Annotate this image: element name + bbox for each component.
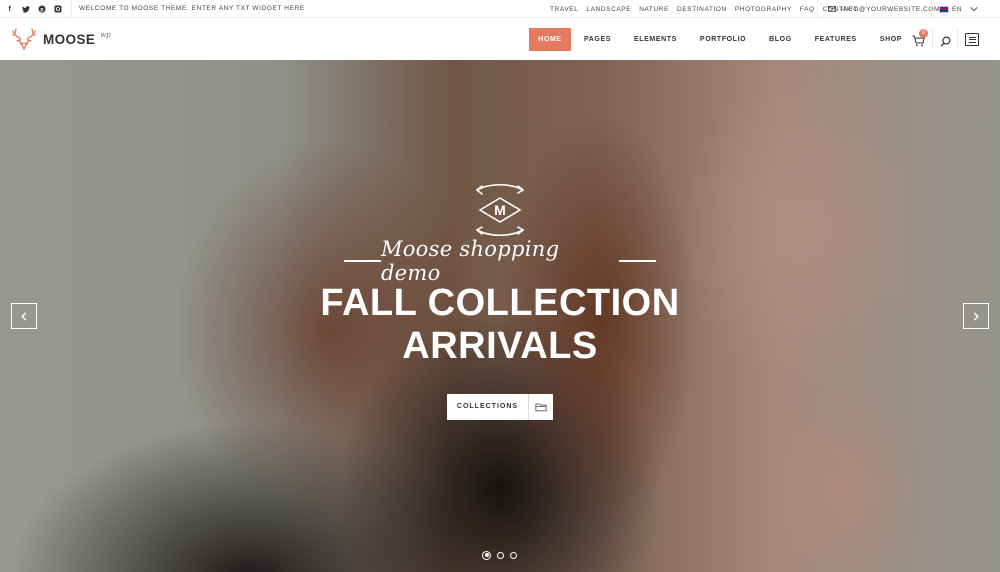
deer-antlers-icon (12, 28, 36, 50)
language-selector[interactable]: EN (939, 0, 978, 18)
hero-headline-line2: ARRIVALS (402, 325, 598, 367)
top-link-faq[interactable]: FAQ (800, 6, 815, 13)
facebook-icon[interactable]: f (6, 5, 14, 13)
hero-slider: M Moose shopping demo FALL COLLECTION AR… (0, 60, 1000, 572)
hero-headline: FALL COLLECTION ARRIVALS (250, 282, 750, 368)
divider (71, 0, 72, 18)
cart-count-badge: 0 (919, 29, 928, 38)
subtitle-line-left (344, 260, 381, 262)
moose-emblem-icon: M (476, 183, 525, 237)
divider (931, 0, 932, 18)
hero-headline-line1: FALL COLLECTION (320, 282, 680, 324)
language-label: EN (952, 5, 963, 13)
folder-icon (528, 394, 553, 420)
top-link-photography[interactable]: PHOTOGRAPHY (735, 6, 792, 13)
instagram-icon[interactable] (54, 5, 62, 13)
chevron-down-icon (970, 7, 978, 12)
top-link-landscape[interactable]: LANDSCAPE (586, 6, 631, 13)
slider-dot-1[interactable] (482, 550, 491, 560)
menu-item-pages[interactable]: PAGES (573, 28, 622, 51)
top-bar: f p WELCOME TO MOOSE THEME. ENTER ANY TX… (0, 0, 1000, 18)
hero-subtitle-row: Moose shopping demo (344, 237, 656, 285)
top-links: TRAVEL LANDSCAPE NATURE DESTINATION PHOT… (550, 0, 858, 18)
divider (817, 0, 818, 18)
main-navbar: MOOSE wp HOME PAGES ELEMENTS PORTFOLIO B… (0, 18, 1000, 60)
top-link-nature[interactable]: NATURE (639, 6, 669, 13)
welcome-text: WELCOME TO MOOSE THEME. ENTER ANY TXT WI… (79, 5, 305, 12)
search-icon (940, 36, 951, 47)
menu-item-features[interactable]: FEATURES (804, 28, 868, 51)
social-links: f p (6, 0, 62, 18)
uk-flag-icon (939, 5, 949, 13)
twitter-icon[interactable] (22, 5, 30, 13)
divider (957, 29, 958, 49)
hero-subtitle: Moose shopping demo (380, 237, 560, 285)
envelope-icon (828, 6, 836, 12)
slider-dot-2[interactable] (497, 551, 504, 559)
menu-toggle-button[interactable] (965, 33, 979, 46)
search-button[interactable] (940, 34, 952, 47)
menu-item-home[interactable]: HOME (529, 28, 571, 51)
slider-next-button[interactable] (963, 303, 989, 329)
hamburger-icon (968, 36, 976, 38)
email-link[interactable]: INFO@YOURWEBSITE.COM (828, 0, 940, 18)
chevron-right-icon (973, 311, 979, 321)
svg-text:p: p (40, 7, 43, 13)
slider-pagination (482, 550, 517, 560)
svg-text:M: M (494, 202, 506, 218)
main-menu: HOME PAGES ELEMENTS PORTFOLIO BLOG FEATU… (529, 28, 914, 51)
logo-tagline: wp (100, 31, 111, 39)
menu-item-shop[interactable]: SHOP (869, 28, 913, 51)
top-link-destination[interactable]: DESTINATION (677, 6, 727, 13)
subtitle-line-right (619, 260, 656, 262)
collections-button[interactable]: COLLECTIONS (447, 394, 553, 420)
cart-button[interactable]: 0 (912, 29, 928, 48)
chevron-left-icon (21, 311, 27, 321)
collections-button-label: COLLECTIONS (456, 403, 519, 410)
slider-prev-button[interactable] (11, 303, 37, 329)
menu-item-portfolio[interactable]: PORTFOLIO (689, 28, 757, 51)
pinterest-icon[interactable]: p (38, 5, 46, 13)
logo-text: MOOSE (43, 31, 96, 47)
menu-item-blog[interactable]: BLOG (758, 28, 803, 51)
email-text: INFO@YOURWEBSITE.COM (841, 5, 941, 13)
menu-item-elements[interactable]: ELEMENTS (623, 28, 688, 51)
top-link-travel[interactable]: TRAVEL (550, 6, 578, 13)
site-logo[interactable]: MOOSE wp (10, 26, 111, 52)
divider (932, 29, 933, 49)
slider-dot-3[interactable] (510, 551, 517, 559)
